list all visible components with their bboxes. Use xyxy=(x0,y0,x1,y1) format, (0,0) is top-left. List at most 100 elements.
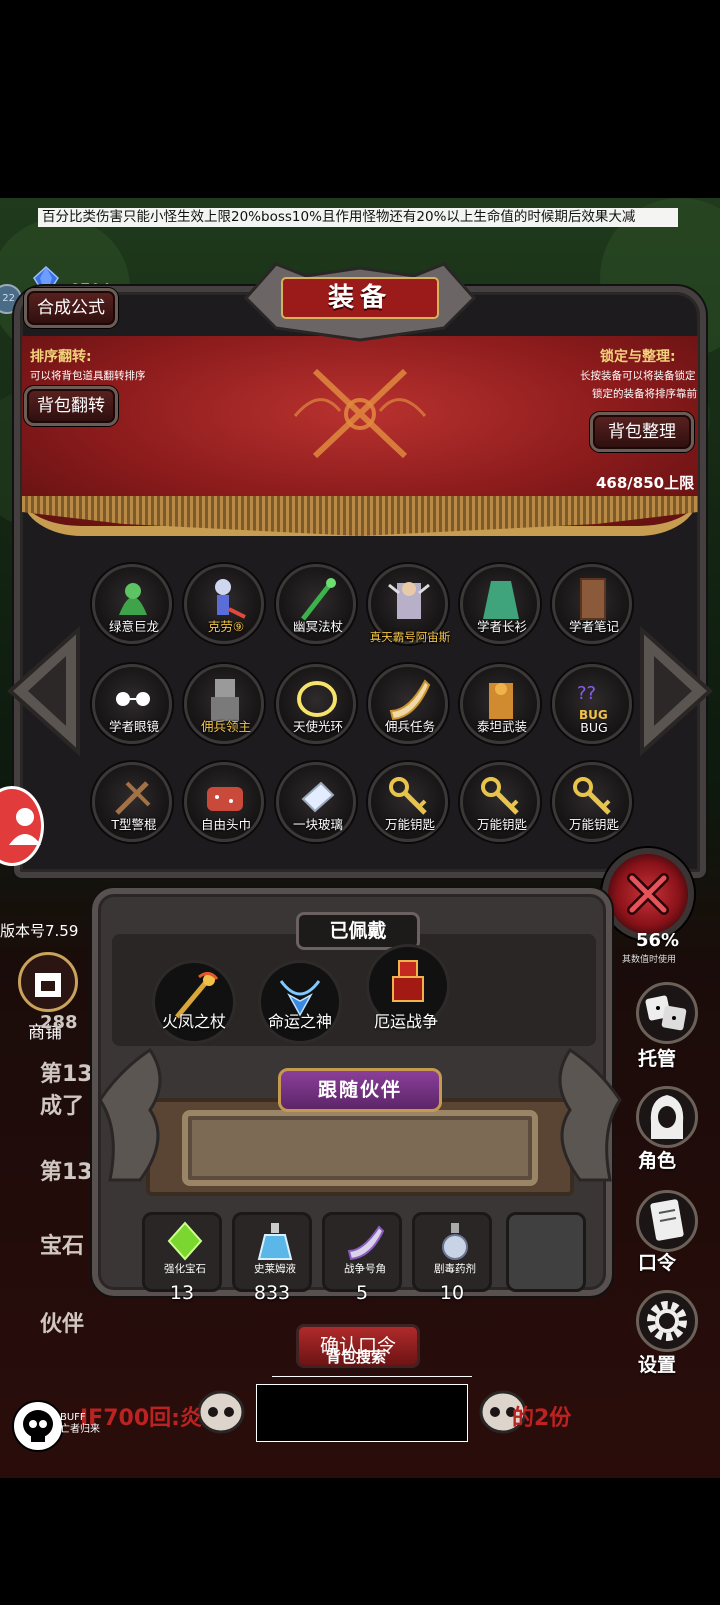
consumable-slot-3[interactable]: 战争号角 xyxy=(322,1212,402,1292)
inventory-slot[interactable]: 一块玻璃 xyxy=(276,762,356,842)
consumable-slot-2[interactable]: 史莱姆液 xyxy=(232,1212,312,1292)
consumable-slot-4[interactable]: 剧毒药剂 xyxy=(412,1212,492,1292)
auto-manage-label: 托管 xyxy=(638,1048,677,1070)
inventory-item-label: 幽冥法杖 xyxy=(292,619,343,634)
inventory-slot[interactable]: 幽冥法杖 xyxy=(276,564,356,644)
buff-subtitle: 亡者归来 xyxy=(60,1424,100,1435)
inventory-item-label: 学者笔记 xyxy=(568,619,619,634)
inventory-item-label: 万能钥匙 xyxy=(476,817,527,832)
inventory-item-label: 天使光环 xyxy=(292,719,343,734)
inventory-slot[interactable]: 佣兵领主 xyxy=(184,664,264,744)
character-button[interactable] xyxy=(636,1086,698,1148)
consumable-slot-1[interactable]: 强化宝石 xyxy=(142,1212,222,1292)
consumable-name-3: 战争号角 xyxy=(344,1263,386,1275)
inventory-item-label: 真天霸号阿宙斯 xyxy=(369,630,451,644)
stat-value: 56% xyxy=(636,930,680,951)
slime-potion-icon xyxy=(257,1223,293,1260)
consumable-slot-empty[interactable] xyxy=(506,1212,586,1292)
inventory-slot[interactable]: 克劳⑨ xyxy=(184,564,264,644)
svg-text:??: ?? xyxy=(577,683,596,704)
inventory-slot[interactable]: 万能钥匙 xyxy=(460,762,540,842)
bg-text-6: 伙伴 xyxy=(40,1312,85,1337)
bag-search-label: 背包搜索 xyxy=(326,1348,387,1366)
inventory-slot[interactable]: 天使光环 xyxy=(276,664,356,744)
bg-text-2: 第13 xyxy=(40,1062,93,1087)
stat-subtext: 其数值时使用 xyxy=(622,955,677,965)
damage-notice: 百分比类伤害只能小怪生效上限20%boss10%且作用怪物还有20%以上生命值的… xyxy=(38,208,678,227)
inventory-slot[interactable]: 万能钥匙 xyxy=(368,762,448,842)
bug-icon: ??BUG xyxy=(577,683,608,722)
settings-label: 设置 xyxy=(638,1354,677,1376)
inventory-slot[interactable]: T型警棍 xyxy=(92,762,172,842)
bag-search-input[interactable] xyxy=(256,1384,468,1442)
consumable-name-1: 强化宝石 xyxy=(164,1263,206,1275)
worn-label-1: 火凤之杖 xyxy=(161,1012,226,1031)
next-page-arrow[interactable] xyxy=(638,626,716,756)
inventory-item-label: 泰坦武装 xyxy=(476,719,527,734)
dragon-statue-left-icon xyxy=(98,1047,162,1182)
inventory-slot[interactable]: 佣兵任务 xyxy=(368,664,448,744)
inventory-slot[interactable]: 学者笔记 xyxy=(552,564,632,644)
warrior-icon xyxy=(388,582,430,619)
bag-flip-button[interactable]: 背包翻转 xyxy=(24,386,118,426)
consumable-count-2: 833 xyxy=(253,1282,291,1304)
lock-desc-1: 长按装备可以将装备锁定 xyxy=(580,370,696,382)
code-button[interactable] xyxy=(636,1190,698,1252)
sort-flip-title: 排序翻转: xyxy=(30,349,92,365)
inventory-slot[interactable]: 泰坦武装 xyxy=(460,664,540,744)
scroll-icon xyxy=(650,1199,684,1241)
hooded-figure-icon xyxy=(650,1095,684,1139)
bg-text-4: 第13 xyxy=(40,1160,93,1185)
companion-slot[interactable] xyxy=(182,1110,538,1186)
consumable-name-4: 剧毒药剂 xyxy=(434,1263,476,1275)
skull-buff-icon xyxy=(23,1410,53,1442)
buff-button[interactable] xyxy=(12,1400,64,1452)
poison-flask-icon xyxy=(442,1223,468,1260)
inventory-slot[interactable]: ?? BUG BUG xyxy=(552,664,632,744)
consumable-count-1: 13 xyxy=(169,1282,195,1304)
inventory-item-label: 万能钥匙 xyxy=(568,817,619,832)
shop-icon xyxy=(35,973,61,997)
war-horn-icon xyxy=(347,1225,385,1261)
prev-page-arrow[interactable] xyxy=(4,626,82,756)
shop-button[interactable] xyxy=(18,952,78,1012)
crossed-swords-emblem xyxy=(293,368,427,459)
inventory-item-label: 绿意巨龙 xyxy=(108,619,159,634)
inventory-slot[interactable]: 万能钥匙 xyxy=(552,762,632,842)
inventory-slot[interactable]: 绿意巨龙 xyxy=(92,564,172,644)
inventory-slot[interactable]: 真天霸号阿宙斯 xyxy=(368,564,450,644)
inventory-slot[interactable]: 学者长衫 xyxy=(460,564,540,644)
auto-manage-button[interactable] xyxy=(636,982,698,1044)
green-gem-icon xyxy=(167,1221,203,1261)
dice-icon xyxy=(645,995,687,1031)
bg-text-5: 宝石 xyxy=(40,1234,85,1259)
bag-tidy-button[interactable]: 背包整理 xyxy=(590,412,694,452)
lock-desc-2: 锁定的装备将排序靠前 xyxy=(592,388,697,400)
bag-capacity: 468/850上限 xyxy=(596,474,695,492)
inventory-slot[interactable]: 学者眼镜 xyxy=(92,664,172,744)
inventory-slot[interactable]: 自由头巾 xyxy=(184,762,264,842)
doom-warrior-icon xyxy=(392,960,424,1002)
buff-label: BUFF 亡者归来 xyxy=(60,1412,100,1436)
inventory-item-label: 佣兵领主 xyxy=(200,719,251,734)
worn-label-2: 命运之神 xyxy=(267,1012,332,1031)
code-label: 口令 xyxy=(638,1252,677,1274)
inventory-item-label: BUG xyxy=(580,720,608,735)
inventory-item-label: 一块玻璃 xyxy=(292,817,343,832)
consumable-count-4: 10 xyxy=(439,1282,465,1304)
buff-title: BUFF xyxy=(60,1412,86,1423)
inventory-item-label: 学者眼镜 xyxy=(108,719,159,734)
lock-sort-title: 锁定与整理: xyxy=(600,349,676,365)
consumable-count-3: 5 xyxy=(355,1282,369,1304)
inventory-item-label: 自由头巾 xyxy=(200,817,251,832)
inventory-item-label: 学者长衫 xyxy=(476,619,527,634)
close-button[interactable] xyxy=(602,848,694,940)
inventory-item-label: 万能钥匙 xyxy=(384,817,435,832)
close-icon xyxy=(627,873,669,915)
dragon-statue-right-icon xyxy=(558,1047,622,1182)
compose-formula-button[interactable]: 合成公式 xyxy=(24,288,118,328)
status-bar-area xyxy=(0,0,720,198)
character-label: 角色 xyxy=(638,1150,677,1172)
inventory-item-label: 佣兵任务 xyxy=(384,719,435,734)
settings-button[interactable] xyxy=(636,1290,698,1352)
